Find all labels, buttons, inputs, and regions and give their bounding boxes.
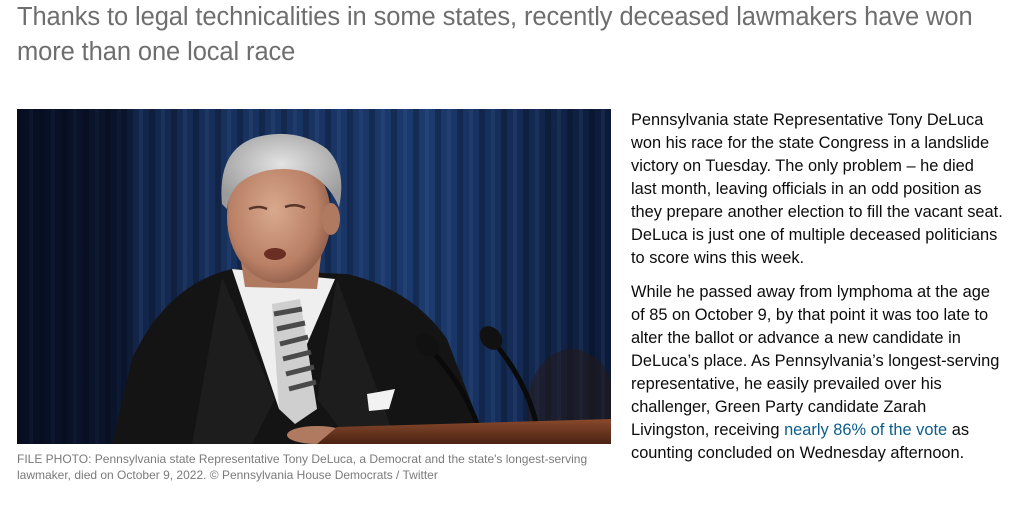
lead-photo-figure: FILE PHOTO: Pennsylvania state Represent… <box>17 109 611 483</box>
paragraph-2-text-start: While he passed away from lymphoma at th… <box>631 283 1000 439</box>
article-subheadline: Thanks to legal technicalities in some s… <box>17 3 973 66</box>
article-body: Pennsylvania state Representative Tony D… <box>631 109 1003 477</box>
photo-caption: FILE PHOTO: Pennsylvania state Represent… <box>17 452 588 482</box>
article-paragraph-2: While he passed away from lymphoma at th… <box>631 281 1003 465</box>
vote-share-link[interactable]: nearly 86% of the vote <box>784 421 947 439</box>
article-paragraph-1: Pennsylvania state Representative Tony D… <box>631 111 1003 267</box>
lead-photo <box>17 109 611 444</box>
